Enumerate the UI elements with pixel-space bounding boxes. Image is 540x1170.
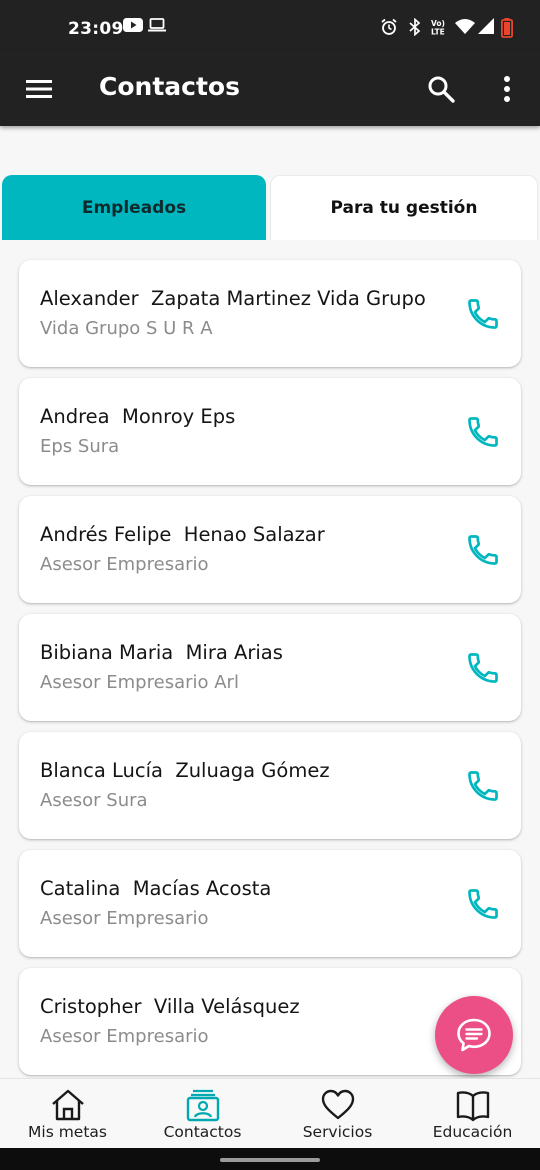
- contact-card[interactable]: Catalina Macías Acosta Asesor Empresario: [19, 850, 521, 957]
- nav-label: Educación: [432, 1123, 513, 1141]
- contact-role: Vida Grupo S U R A: [40, 318, 213, 339]
- alarm-icon: [381, 18, 397, 35]
- bottom-navigation: Mis metas Contactos Servicios Educación: [0, 1078, 540, 1148]
- chat-fab-button[interactable]: [435, 996, 513, 1074]
- app-bar: Contactos: [0, 50, 540, 126]
- contact-role: Asesor Empresario: [40, 908, 209, 929]
- contact-role: Asesor Empresario: [40, 1026, 209, 1047]
- svg-text:LTE: LTE: [431, 28, 445, 37]
- phone-icon[interactable]: [465, 650, 501, 686]
- contact-card[interactable]: Andrés Felipe Henao Salazar Asesor Empre…: [19, 496, 521, 603]
- page-title: Contactos: [99, 72, 240, 101]
- contact-card[interactable]: Bibiana Maria Mira Arias Asesor Empresar…: [19, 614, 521, 721]
- nav-contactos[interactable]: Contactos: [135, 1079, 270, 1149]
- status-bar: 23:09 Vo) LTE: [0, 0, 540, 50]
- status-time: 23:09: [68, 19, 124, 39]
- signal-icon: [478, 18, 494, 34]
- home-icon: [51, 1089, 84, 1121]
- phone-icon[interactable]: [465, 414, 501, 450]
- menu-icon[interactable]: [24, 74, 54, 104]
- contact-name: Bibiana Maria Mira Arias: [40, 641, 283, 664]
- nav-label: Contactos: [163, 1123, 242, 1141]
- bluetooth-icon: [409, 18, 421, 36]
- contact-name: Andrés Felipe Henao Salazar: [40, 523, 325, 546]
- contact-card[interactable]: Blanca Lucía Zuluaga Gómez Asesor Sura: [19, 732, 521, 839]
- nav-servicios[interactable]: Servicios: [270, 1079, 405, 1149]
- contact-card[interactable]: Andrea Monroy Eps Eps Sura: [19, 378, 521, 485]
- youtube-icon: [123, 18, 143, 32]
- search-icon[interactable]: [426, 74, 456, 104]
- contact-name: Cristopher Villa Velásquez: [40, 995, 300, 1018]
- system-navigation-bar: [0, 1148, 540, 1170]
- contact-list[interactable]: Alexander Zapata Martinez Vida Grupo Vid…: [0, 240, 540, 1078]
- tab-empleados[interactable]: Empleados: [2, 175, 266, 240]
- laptop-icon: [148, 18, 166, 32]
- phone-icon[interactable]: [465, 768, 501, 804]
- contact-name: Alexander Zapata Martinez Vida Grupo: [40, 287, 426, 310]
- heart-icon: [321, 1089, 354, 1120]
- wifi-icon: [455, 19, 475, 34]
- contact-role: Asesor Sura: [40, 790, 148, 811]
- contact-name: Catalina Macías Acosta: [40, 877, 272, 900]
- phone-icon[interactable]: [465, 296, 501, 332]
- nav-mis-metas[interactable]: Mis metas: [0, 1079, 135, 1149]
- chat-icon: [457, 1018, 491, 1052]
- contact-card[interactable]: Alexander Zapata Martinez Vida Grupo Vid…: [19, 260, 521, 367]
- volte-icon: Vo) LTE: [431, 19, 445, 37]
- nav-label: Servicios: [302, 1123, 373, 1141]
- nav-label: Mis metas: [28, 1123, 107, 1141]
- nav-educacion[interactable]: Educación: [405, 1079, 540, 1149]
- contact-name: Blanca Lucía Zuluaga Gómez: [40, 759, 330, 782]
- contact-role: Asesor Empresario: [40, 554, 209, 575]
- contact-role: Asesor Empresario Arl: [40, 672, 239, 693]
- more-vert-icon[interactable]: [494, 74, 520, 104]
- tab-bar: Empleados Para tu gestión: [0, 175, 540, 240]
- contact-role: Eps Sura: [40, 436, 120, 457]
- book-icon: [456, 1091, 489, 1122]
- contacts-icon: [186, 1089, 219, 1122]
- home-gesture-handle[interactable]: [220, 1158, 320, 1162]
- contact-name: Andrea Monroy Eps: [40, 405, 236, 428]
- tab-para-tu-gestion[interactable]: Para tu gestión: [270, 175, 538, 240]
- phone-icon[interactable]: [465, 532, 501, 568]
- phone-icon[interactable]: [465, 886, 501, 922]
- battery-icon: [501, 18, 513, 38]
